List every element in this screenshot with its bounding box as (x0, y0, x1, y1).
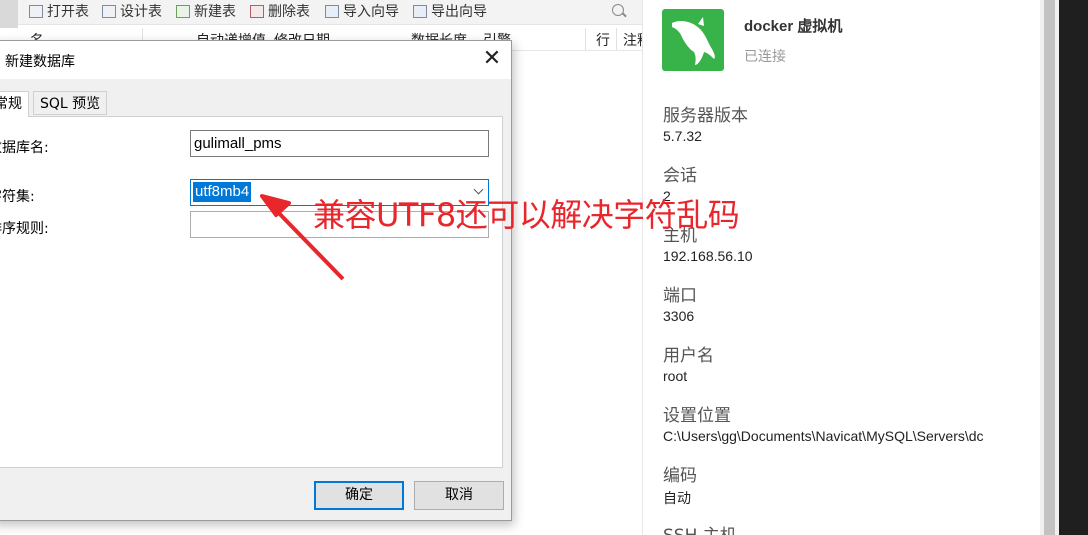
open-table-icon (29, 5, 43, 18)
delete-table-button[interactable]: 删除表 (250, 2, 310, 22)
annotation-text: 兼容UTF8还可以解决字符乱码 (313, 196, 740, 234)
dialog-title: 新建数据库 (5, 54, 75, 70)
close-button[interactable]: ✕ (477, 45, 507, 75)
open-table-button[interactable]: 打开表 (29, 2, 89, 22)
charset-label: 字符集: (0, 189, 35, 205)
desktop-edge (1059, 0, 1088, 535)
export-wizard-label: 导出向导 (431, 4, 487, 20)
connection-status: 已连接 (744, 49, 786, 65)
server-version-value: 5.7.32 (663, 128, 702, 144)
general-tab-pane: 数据库名: 字符集: utf8mb4 排序规则: (0, 116, 503, 468)
design-table-button[interactable]: 设计表 (102, 2, 162, 22)
search-icon[interactable] (612, 4, 624, 16)
info-panel-scrollbar-thumb[interactable] (1044, 0, 1055, 535)
object-toolbar: 打开表 设计表 新建表 删除表 导入向导 导出向导 (0, 0, 643, 28)
settings-location-value: C:\Users\gg\Documents\Navicat\MySQL\Serv… (663, 428, 984, 444)
charset-selected-value: utf8mb4 (193, 182, 252, 202)
open-table-label: 打开表 (47, 4, 89, 20)
new-table-button[interactable]: 新建表 (176, 2, 236, 22)
username-label: 用户名 (663, 346, 714, 366)
design-table-icon (102, 5, 116, 18)
username-value: root (663, 368, 688, 384)
export-wizard-button[interactable]: 导出向导 (413, 2, 487, 22)
encoding-label: 编码 (663, 466, 697, 486)
encoding-value: 自动 (663, 490, 691, 506)
column-rows[interactable]: 行 (596, 30, 610, 50)
ssh-host-label: SSH 主机 (663, 521, 737, 535)
import-wizard-label: 导入向导 (343, 4, 399, 20)
connection-name: docker 虚拟机 (744, 18, 843, 35)
import-wizard-button[interactable]: 导入向导 (325, 2, 399, 22)
delete-table-icon (250, 5, 264, 18)
dolphin-icon (672, 17, 715, 65)
dialog-titlebar[interactable]: 新建数据库 ✕ (0, 41, 511, 79)
export-wizard-icon (413, 5, 427, 18)
settings-location-label: 设置位置 (663, 406, 731, 426)
collation-label: 排序规则: (0, 221, 49, 237)
mysql-dolphin-logo (662, 9, 724, 71)
server-version-label: 服务器版本 (663, 106, 748, 126)
connection-info-panel: docker 虚拟机 已连接 服务器版本 5.7.32 会话 2 主机 192.… (643, 0, 1040, 535)
ok-button[interactable]: 确定 (314, 481, 404, 510)
port-value: 3306 (663, 308, 695, 324)
sessions-label: 会话 (663, 166, 697, 186)
delete-table-label: 删除表 (268, 4, 310, 20)
close-icon: ✕ (482, 46, 502, 71)
new-table-icon (176, 5, 190, 18)
column-separator[interactable] (616, 28, 617, 50)
toolbar-left-block (0, 0, 18, 28)
host-value: 192.168.56.10 (663, 248, 753, 264)
tab-sql-preview[interactable]: SQL 预览 (33, 91, 108, 115)
database-name-input[interactable] (190, 130, 489, 157)
new-database-dialog: 新建数据库 ✕ 常规 SQL 预览 数据库名: 字符集: utf8mb4 排序规… (0, 40, 512, 521)
port-label: 端口 (663, 286, 697, 306)
database-name-label: 数据库名: (0, 140, 49, 156)
screenshot-root: 打开表 设计表 新建表 删除表 导入向导 导出向导 名 自动递增值 修改日期 数… (0, 0, 1088, 535)
column-separator[interactable] (585, 28, 586, 50)
import-wizard-icon (325, 5, 339, 18)
cancel-button[interactable]: 取消 (414, 481, 504, 510)
new-table-label: 新建表 (194, 4, 236, 20)
tab-general[interactable]: 常规 (0, 91, 29, 117)
design-table-label: 设计表 (120, 4, 162, 20)
